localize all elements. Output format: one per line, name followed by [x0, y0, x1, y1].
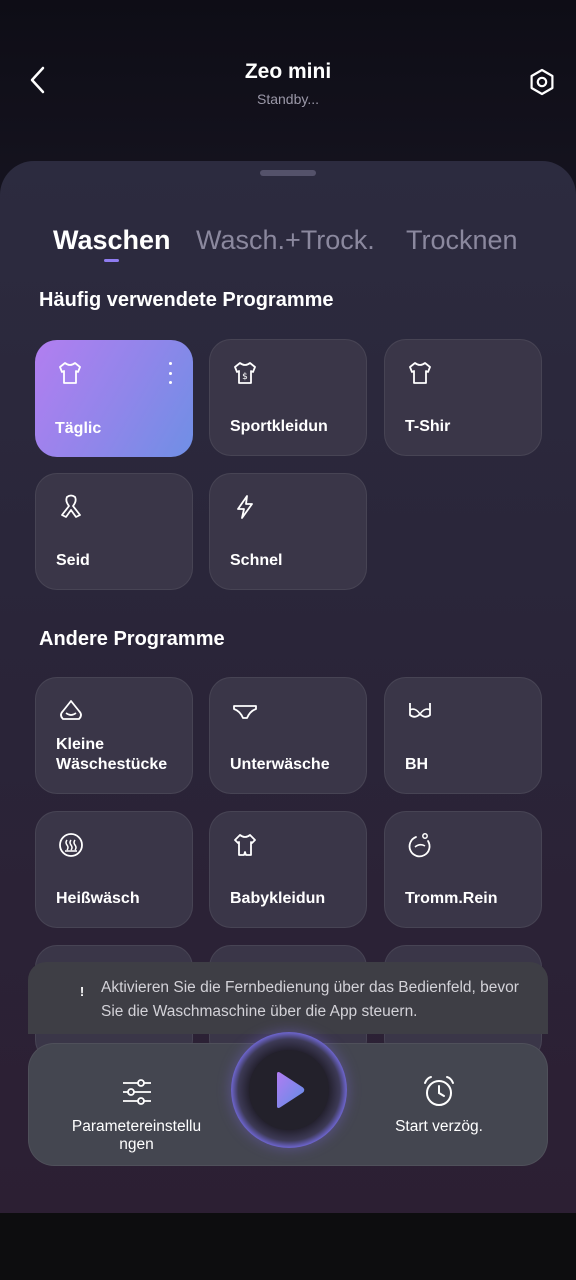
program-card-unterwaesche[interactable]: Unterwäsche [209, 677, 367, 794]
program-card-seide[interactable]: Seid [35, 473, 193, 590]
parameter-settings-button[interactable]: Parametereinstellu ngen [59, 1044, 214, 1167]
ribbon-icon [56, 492, 86, 522]
other-programs-title: Andere Programme [39, 628, 225, 650]
drum-clean-icon [405, 830, 435, 860]
drag-handle[interactable] [260, 170, 316, 176]
device-status: Standby... [256, 91, 319, 107]
play-icon [277, 1072, 305, 1108]
program-card-kleine-waeschestuecke[interactable]: Kleine Wäschestücke [35, 677, 193, 794]
app-header: Zeo mini Standby... [0, 0, 576, 160]
underwear-icon [230, 696, 260, 726]
sport-shirt-icon: $ [230, 358, 260, 388]
baby-clothes-icon [230, 830, 260, 860]
program-label: Heißwäsch [56, 890, 140, 907]
tshirt-icon [405, 358, 435, 388]
program-card-trommelreinigung[interactable]: Tromm.Rein [384, 811, 542, 928]
mode-tabs: Waschen Wasch.+Trock. Trocknen [0, 225, 576, 265]
lightning-icon [230, 492, 260, 522]
small-items-icon [56, 696, 86, 726]
hot-wash-icon [56, 830, 86, 860]
gear-icon [530, 68, 554, 96]
program-label: Tromm.Rein [405, 890, 498, 907]
settings-button[interactable] [522, 62, 562, 102]
program-label: Täglic [55, 420, 102, 437]
program-label: Babykleidun [230, 890, 326, 907]
frequent-programs-title: Häufig verwendete Programme [39, 289, 334, 311]
more-options-icon[interactable] [165, 362, 175, 384]
page-title: Zeo mini [244, 60, 332, 83]
program-card-bh[interactable]: BH [384, 677, 542, 794]
program-label: BH [405, 756, 429, 773]
program-label: T-Shir [405, 418, 451, 435]
delayed-start-button[interactable]: Start verzög. [369, 1044, 509, 1167]
program-label: Schnel [230, 552, 283, 569]
shirt-icon [55, 358, 85, 388]
tab-wasch-trock[interactable]: Wasch.+Trock. [196, 225, 375, 256]
program-card-taeglich[interactable]: Täglic [35, 340, 193, 457]
program-card-sportkleidung[interactable]: $ Sportkleidun [209, 339, 367, 456]
program-card-tshirt[interactable]: T-Shir [384, 339, 542, 456]
program-card-schnell[interactable]: Schnel [209, 473, 367, 590]
sliders-icon [119, 1074, 155, 1110]
svg-text:$: $ [242, 372, 248, 382]
start-button[interactable] [231, 1032, 347, 1148]
active-tab-indicator [104, 259, 119, 262]
program-label: Sportkleidun [230, 418, 328, 435]
tab-trocknen[interactable]: Trocknen [406, 225, 518, 256]
program-card-heisswaesche[interactable]: Heißwäsch [35, 811, 193, 928]
system-nav-area [0, 1213, 576, 1280]
bra-icon [405, 696, 435, 726]
program-label: Seid [56, 552, 90, 569]
tab-waschen[interactable]: Waschen [53, 225, 171, 256]
program-card-babykleidung[interactable]: Babykleidun [209, 811, 367, 928]
alarm-clock-icon [421, 1074, 457, 1110]
notice-text: Aktivieren Sie die Fernbedienung über da… [101, 979, 519, 1020]
delayed-start-label: Start verzög. [395, 1118, 483, 1135]
program-label: Kleine Wäschestücke [56, 736, 168, 773]
program-label: Unterwäsche [230, 756, 330, 773]
remote-control-notice: ! Aktivieren Sie die Fernbedienung über … [28, 962, 548, 1034]
parameter-settings-label: Parametereinstellu ngen [71, 1118, 202, 1153]
warning-icon: ! [79, 984, 85, 999]
play-button-core[interactable] [249, 1050, 329, 1130]
